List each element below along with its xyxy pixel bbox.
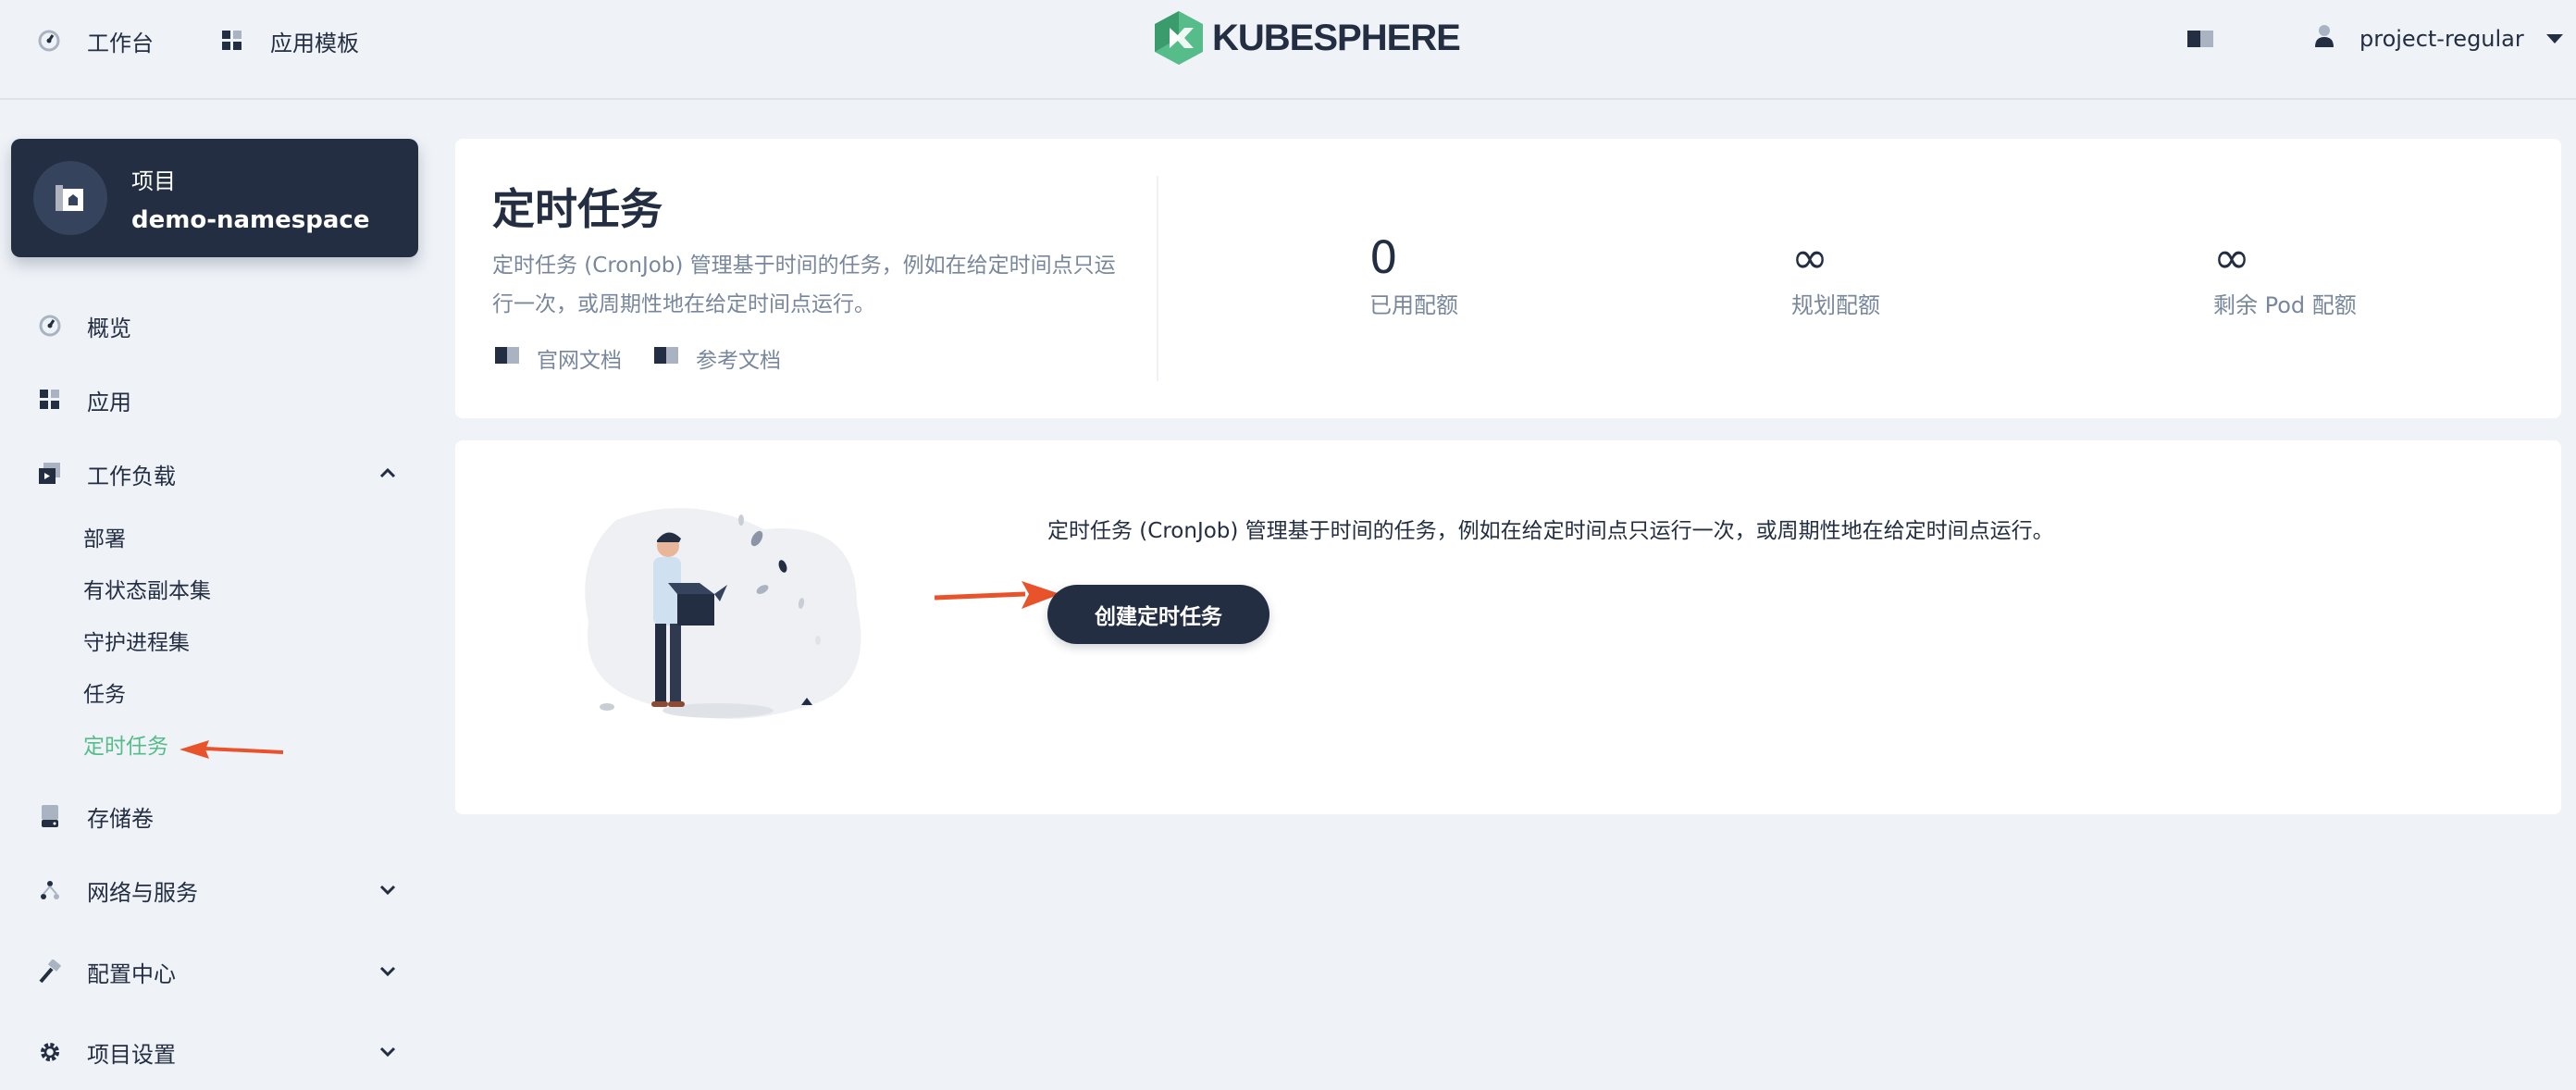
page-description: 定时任务 (CronJob) 管理基于时间的任务，例如在给定时间点只运行一次，或… bbox=[492, 254, 1116, 316]
sidebar-item-label: 配置中心 bbox=[87, 960, 176, 987]
kubesphere-logo[interactable]: KUBESPHERE bbox=[1153, 9, 1461, 67]
quota-remaining-value: ∞ bbox=[2213, 232, 2250, 284]
sidebar-item-network[interactable]: 网络与服务 bbox=[37, 870, 398, 910]
docs-book-icon[interactable] bbox=[2186, 28, 2214, 54]
hammer-icon bbox=[37, 959, 63, 985]
quota-remaining: ∞ 剩余 Pod 配额 bbox=[2213, 231, 2357, 319]
reference-docs-link[interactable]: 参考文档 bbox=[653, 342, 781, 374]
sidebar-item-storage[interactable]: 存储卷 bbox=[37, 796, 398, 836]
top-bar: 工作台 应用模板 KUBESPHERE project-regular bbox=[0, 0, 2576, 100]
workbench-link[interactable]: 工作台 bbox=[37, 20, 154, 61]
official-docs-label: 官网文档 bbox=[537, 349, 622, 373]
quota-used: 0 已用配额 bbox=[1369, 231, 1458, 319]
quota-used-value: 0 bbox=[1369, 232, 1398, 284]
sidebar-item-label: 项目设置 bbox=[87, 1041, 176, 1068]
project-type-label: 项目 bbox=[131, 167, 176, 194]
empty-state-card: 定时任务 (CronJob) 管理基于时间的任务，例如在给定时间点只运行一次，或… bbox=[455, 440, 2561, 814]
annotation-arrow bbox=[934, 581, 1060, 609]
quota-planned: ∞ 规划配额 bbox=[1791, 231, 1880, 319]
quota-planned-value: ∞ bbox=[1791, 232, 1828, 284]
sidebar-item-label: 工作负载 bbox=[87, 463, 176, 489]
sidebar-sub-item-statefulsets[interactable]: 有状态副本集 bbox=[83, 575, 211, 608]
app-templates-label: 应用模板 bbox=[270, 30, 359, 56]
network-icon bbox=[37, 877, 63, 903]
empty-state-description: 定时任务 (CronJob) 管理基于时间的任务，例如在给定时间点只运行一次，或… bbox=[1047, 519, 2054, 543]
sidebar-sub-item-jobs[interactable]: 任务 bbox=[83, 678, 126, 712]
storage-icon bbox=[37, 803, 63, 829]
sidebar-item-label: 存储卷 bbox=[87, 805, 154, 832]
official-docs-link[interactable]: 官网文档 bbox=[494, 342, 622, 374]
app-templates-link[interactable]: 应用模板 bbox=[220, 20, 359, 61]
page-title: 定时任务 bbox=[492, 184, 663, 234]
sidebar-item-workloads[interactable]: 工作负载 bbox=[37, 453, 398, 494]
sidebar-sub-item-deployments[interactable]: 部署 bbox=[83, 523, 126, 556]
workbench-label: 工作台 bbox=[87, 30, 154, 56]
project-icon bbox=[33, 161, 107, 235]
quota-planned-label: 规划配额 bbox=[1791, 292, 1880, 318]
chevron-down-icon[interactable] bbox=[378, 879, 398, 905]
chevron-down-icon bbox=[2545, 34, 2563, 43]
project-card[interactable]: 项目 demo-namespace bbox=[11, 139, 418, 257]
dashboard-icon bbox=[37, 313, 63, 339]
user-menu[interactable]: project-regular bbox=[2313, 19, 2563, 59]
app-grid-icon bbox=[37, 387, 63, 413]
sidebar-item-config[interactable]: 配置中心 bbox=[37, 951, 398, 992]
sidebar-item-settings[interactable]: 项目设置 bbox=[37, 1032, 398, 1072]
create-cronjob-button[interactable]: 创建定时任务 bbox=[1047, 585, 1269, 644]
book-icon bbox=[494, 345, 520, 371]
dashboard-icon bbox=[37, 29, 61, 53]
chevron-down-icon[interactable] bbox=[378, 1041, 398, 1067]
empty-state-illustration bbox=[585, 508, 861, 719]
sidebar-item-overview[interactable]: 概览 bbox=[37, 305, 398, 346]
annotation-arrow bbox=[180, 740, 284, 759]
sidebar-item-label: 网络与服务 bbox=[87, 879, 198, 906]
username: project-regular bbox=[2359, 26, 2524, 52]
logo-text: KUBESPHERE bbox=[1212, 17, 1461, 58]
sidebar-sub-item-daemonsets[interactable]: 守护进程集 bbox=[83, 626, 190, 660]
sidebar-item-apps[interactable]: 应用 bbox=[37, 379, 398, 420]
chevron-down-icon[interactable] bbox=[378, 960, 398, 986]
divider bbox=[1157, 176, 1158, 381]
app-grid-icon bbox=[220, 29, 244, 53]
user-icon bbox=[2313, 23, 2335, 55]
reference-docs-label: 参考文档 bbox=[696, 349, 781, 373]
book-icon bbox=[653, 345, 679, 371]
sidebar-sub-item-cronjobs[interactable]: 定时任务 bbox=[83, 730, 168, 763]
quota-remaining-label: 剩余 Pod 配额 bbox=[2213, 292, 2357, 318]
chevron-up-icon[interactable] bbox=[378, 463, 398, 489]
gear-icon bbox=[37, 1039, 63, 1065]
quota-used-label: 已用配额 bbox=[1369, 292, 1458, 318]
workload-icon bbox=[37, 461, 63, 487]
sidebar-item-label: 概览 bbox=[87, 315, 131, 341]
page-header-card: 定时任务 定时任务 (CronJob) 管理基于时间的任务，例如在给定时间点只运… bbox=[455, 139, 2561, 418]
kubesphere-logo-icon bbox=[1155, 11, 1203, 65]
sidebar-item-label: 应用 bbox=[87, 389, 131, 415]
project-name: demo-namespace bbox=[131, 205, 370, 234]
